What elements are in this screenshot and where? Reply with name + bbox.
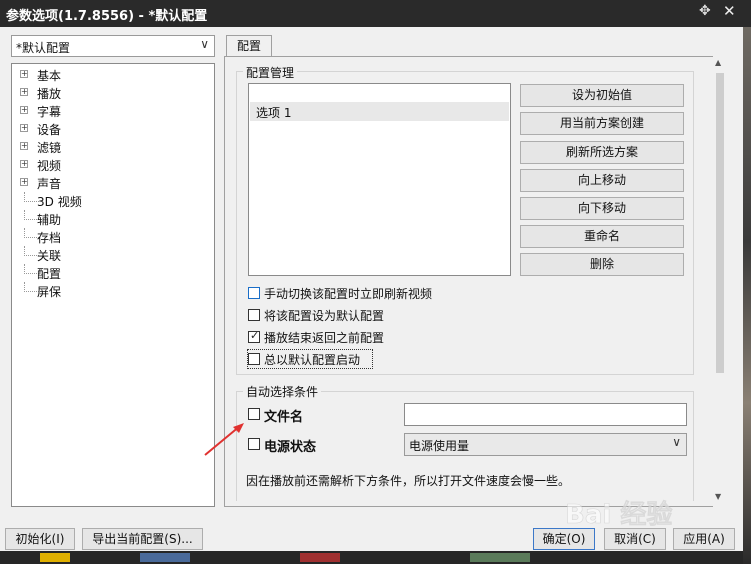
title-bar: 参数选项(1.7.8556) - *默认配置 ✥ ✕: [0, 0, 751, 27]
tree-item-label: 辅助: [37, 213, 62, 227]
options-tree: + 基本 + 播放 + 字幕 + 设备 + 滤镜 + 视频 + 声音 3D 视频…: [11, 63, 215, 507]
restore-after-playback-checkbox[interactable]: ✓ 播放结束返回之前配置: [248, 328, 468, 346]
refresh-selected-button[interactable]: 刷新所选方案: [520, 141, 684, 164]
panel-scrollbar[interactable]: ▲ ▼: [713, 56, 727, 507]
scroll-down-icon[interactable]: ▼: [715, 492, 721, 501]
rename-button[interactable]: 重命名: [520, 225, 684, 248]
checkmark-icon: ✓: [250, 329, 260, 342]
annotation-arrow-icon: [204, 423, 244, 456]
tree-item-subtitles[interactable]: + 字幕: [12, 102, 212, 120]
create-from-current-button[interactable]: 用当前方案创建: [520, 112, 684, 135]
checkbox-box[interactable]: ✓: [248, 329, 260, 343]
checkbox-box[interactable]: [248, 309, 260, 321]
tree-item-devices[interactable]: + 设备: [12, 120, 212, 138]
tree-item-label: 关联: [37, 249, 62, 263]
tree-item-label: 存档: [37, 231, 62, 245]
export-config-button[interactable]: 导出当前配置(S)...: [82, 528, 203, 550]
tree-item-label: 声音: [37, 177, 62, 191]
profile-select[interactable]: *默认配置 ∨: [11, 35, 215, 57]
expand-icon[interactable]: +: [20, 106, 28, 114]
set-initial-button[interactable]: 设为初始值: [520, 84, 684, 107]
auto-select-title: 自动选择条件: [243, 383, 322, 400]
tree-item-label: 视频: [37, 159, 62, 173]
background-window-strip: [0, 551, 743, 564]
tree-item-3d-video[interactable]: 3D 视频: [12, 192, 212, 210]
scroll-up-icon[interactable]: ▲: [715, 58, 721, 67]
delete-button[interactable]: 删除: [520, 253, 684, 276]
move-down-button[interactable]: 向下移动: [520, 197, 684, 220]
power-state-checkbox[interactable]: 电源状态: [248, 435, 358, 455]
tree-item-basic[interactable]: + 基本: [12, 66, 212, 84]
tree-item-association[interactable]: 关联: [12, 246, 212, 264]
profile-list[interactable]: 选项 1: [248, 83, 511, 276]
filename-checkbox[interactable]: 文件名: [248, 405, 338, 425]
tree-item-screensaver[interactable]: 屏保: [12, 282, 212, 300]
tree-item-label: 基本: [37, 69, 62, 83]
watermark-logo: Bai 经验: [565, 495, 715, 535]
expand-icon[interactable]: +: [20, 178, 28, 186]
tree-item-filters[interactable]: + 滤镜: [12, 138, 212, 156]
power-state-select[interactable]: 电源使用量 ∨: [404, 433, 687, 456]
close-icon[interactable]: ✕: [723, 2, 736, 20]
tree-item-label: 配置: [37, 267, 62, 281]
tree-item-label: 屏保: [37, 285, 62, 299]
tree-item-playback[interactable]: + 播放: [12, 84, 212, 102]
tree-item-label: 滤镜: [37, 141, 62, 155]
set-default-checkbox[interactable]: 将该配置设为默认配置: [248, 306, 468, 324]
expand-icon[interactable]: +: [20, 70, 28, 78]
tree-item-label: 3D 视频: [37, 195, 82, 209]
background-window-edge: [743, 27, 751, 564]
start-with-default-checkbox[interactable]: 总以默认配置启动: [247, 349, 373, 369]
tree-item-assist[interactable]: 辅助: [12, 210, 212, 228]
tree-item-profile[interactable]: 配置: [12, 264, 212, 282]
profile-select-value: *默认配置: [16, 41, 71, 55]
checkbox-box[interactable]: [248, 287, 260, 299]
pin-icon[interactable]: ✥: [699, 3, 711, 19]
checkbox-box[interactable]: [248, 408, 260, 420]
checkbox-box[interactable]: [248, 353, 260, 365]
init-button[interactable]: 初始化(I): [5, 528, 75, 550]
chevron-down-icon: ∨: [200, 37, 209, 51]
expand-icon[interactable]: +: [20, 88, 28, 96]
power-state-value: 电源使用量: [409, 439, 470, 453]
chevron-down-icon: ∨: [672, 435, 681, 449]
window-title: 参数选项(1.7.8556) - *默认配置: [6, 9, 208, 24]
tab-strip: 配置: [224, 34, 727, 57]
tree-item-label: 字幕: [37, 105, 62, 119]
tree-item-label: 设备: [37, 123, 62, 137]
auto-select-note: 因在播放前还需解析下方条件，所以打开文件速度会慢一些。: [246, 474, 571, 488]
config-management-title: 配置管理: [243, 64, 298, 81]
expand-icon[interactable]: +: [20, 142, 28, 150]
tree-item-audio[interactable]: + 声音: [12, 174, 212, 192]
tree-item-archive[interactable]: 存档: [12, 228, 212, 246]
filename-input[interactable]: [404, 403, 687, 426]
move-up-button[interactable]: 向上移动: [520, 169, 684, 192]
expand-icon[interactable]: +: [20, 160, 28, 168]
scroll-thumb[interactable]: [716, 73, 724, 373]
list-item[interactable]: 选项 1: [250, 102, 509, 121]
tab-profile[interactable]: 配置: [226, 35, 272, 56]
tree-item-label: 播放: [37, 87, 62, 101]
svg-text:Bai 经验: Bai 经验: [565, 499, 672, 530]
tree-item-video[interactable]: + 视频: [12, 156, 212, 174]
expand-icon[interactable]: +: [20, 124, 28, 132]
refresh-on-switch-checkbox[interactable]: 手动切换该配置时立即刷新视频: [248, 284, 468, 302]
